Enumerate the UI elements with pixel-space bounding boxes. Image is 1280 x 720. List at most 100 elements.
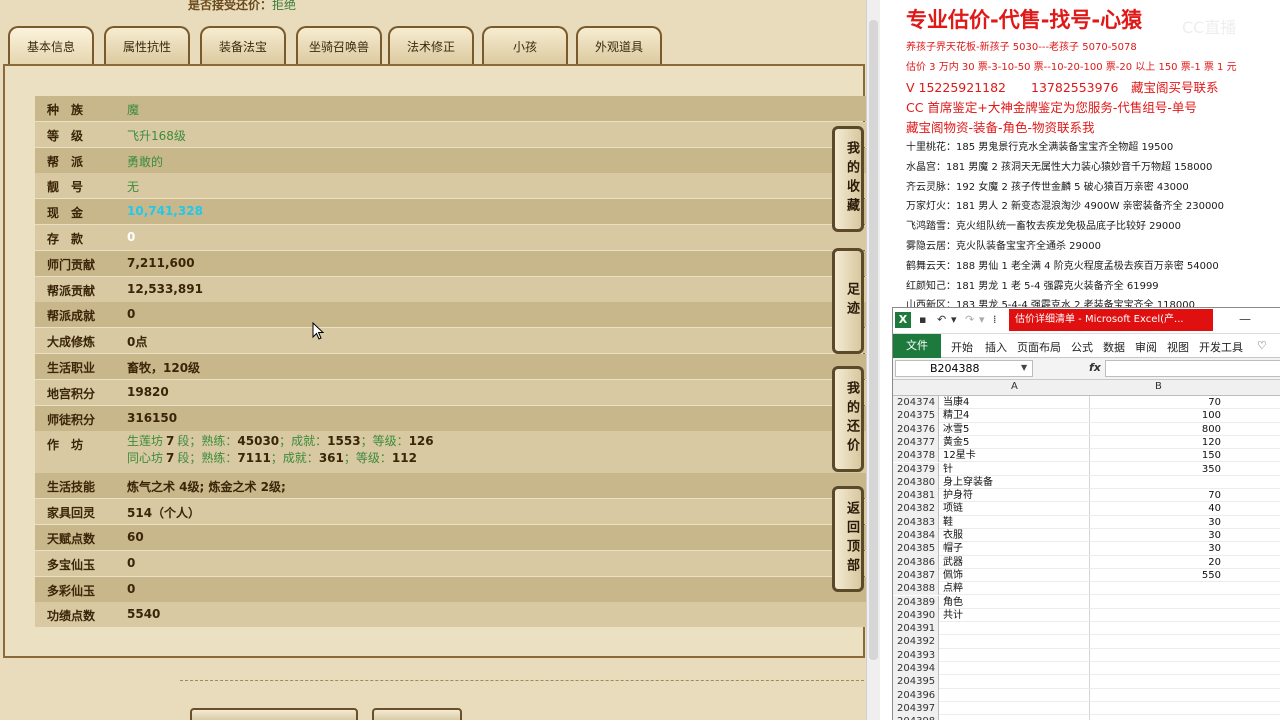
row-number[interactable]: 204392 — [893, 635, 939, 649]
my-favorites-button[interactable]: 我的收藏 — [832, 126, 864, 232]
row-number[interactable]: 204377 — [893, 435, 939, 450]
cell-a[interactable]: 项链 — [943, 502, 963, 515]
row-number[interactable]: 204380 — [893, 475, 939, 490]
row-number[interactable]: 204376 — [893, 422, 939, 436]
customize-toolbar-icon[interactable]: ⁞ — [993, 313, 997, 326]
cell-b[interactable]: 20 — [1089, 556, 1221, 569]
tab-view[interactable]: 视图 — [1167, 339, 1189, 355]
fx-icon[interactable]: fx — [1089, 361, 1101, 374]
cell-b[interactable]: 30 — [1089, 542, 1221, 555]
back-to-top-button[interactable]: 返回顶部 — [832, 486, 864, 592]
row-number[interactable]: 204385 — [893, 542, 939, 556]
row-number[interactable]: 204394 — [893, 662, 939, 676]
minimize-icon[interactable]: — — [1239, 312, 1251, 326]
cell-a[interactable]: 鞋 — [943, 516, 953, 529]
workshop-seg: 段；熟练： — [177, 434, 238, 449]
bottom-button[interactable] — [372, 708, 462, 720]
tab-formulas[interactable]: 公式 — [1071, 339, 1093, 355]
row-number[interactable]: 204389 — [893, 595, 939, 609]
my-bargains-button[interactable]: 我的还价 — [832, 366, 864, 472]
cell-b[interactable]: 350 — [1089, 463, 1221, 476]
column-header-a[interactable]: A — [1011, 381, 1018, 392]
cell-b[interactable]: 40 — [1089, 502, 1221, 515]
row-value: 10,741,328 — [127, 204, 203, 219]
table-row: 生活职业 畜牧，120级 — [35, 354, 868, 379]
tab-data[interactable]: 数据 — [1103, 339, 1125, 355]
row-number[interactable]: 204396 — [893, 688, 939, 702]
page-scrollbar[interactable] — [866, 0, 880, 720]
cell-a[interactable]: 武器 — [943, 556, 963, 569]
row-number[interactable]: 204397 — [893, 701, 939, 716]
cell-a[interactable]: 身上穿装备 — [943, 476, 993, 489]
cell-a[interactable]: 精卫4 — [943, 409, 969, 422]
sheet-row: 204395 — [893, 675, 1280, 689]
cell-a[interactable]: 帽子 — [943, 542, 963, 555]
row-number[interactable]: 204391 — [893, 622, 939, 636]
cell-a[interactable]: 衣服 — [943, 529, 963, 542]
row-number[interactable]: 204379 — [893, 462, 939, 476]
cell-a[interactable]: 佩饰 — [943, 569, 963, 582]
save-icon[interactable]: ▪ — [919, 313, 926, 326]
heart-icon[interactable]: ♡ — [1257, 339, 1267, 352]
cell-b[interactable]: 70 — [1089, 396, 1221, 409]
row-label: 天赋点数 — [47, 532, 96, 546]
footprint-button[interactable]: 足迹 — [832, 248, 864, 354]
cell-b[interactable]: 550 — [1089, 569, 1221, 582]
name-box-dropdown-icon[interactable]: ▼ — [1021, 363, 1027, 372]
row-number[interactable]: 204398 — [893, 715, 939, 720]
row-number[interactable]: 204390 — [893, 608, 939, 623]
redo-icon[interactable]: ↷ — [965, 313, 974, 326]
tab-mounts-pets[interactable]: 坐骑召唤兽 — [296, 26, 382, 64]
cell-a[interactable]: 点粹 — [943, 582, 963, 595]
cell-a[interactable]: 黄金5 — [943, 436, 969, 449]
row-number[interactable]: 204384 — [893, 529, 939, 543]
cell-b[interactable]: 100 — [1089, 409, 1221, 422]
tab-basic-info[interactable]: 基本信息 — [8, 26, 94, 64]
row-number[interactable]: 204383 — [893, 515, 939, 529]
row-number[interactable]: 204374 — [893, 396, 939, 410]
tab-children[interactable]: 小孩 — [482, 26, 568, 64]
row-number[interactable]: 204375 — [893, 409, 939, 423]
cell-b[interactable]: 30 — [1089, 529, 1221, 542]
cell-b[interactable]: 70 — [1089, 489, 1221, 502]
redo-dropdown-icon[interactable]: ▾ — [979, 313, 985, 326]
undo-dropdown-icon[interactable]: ▾ — [951, 313, 957, 326]
tab-home[interactable]: 开始 — [951, 339, 973, 355]
screen: 是否接受还价：拒绝 基本信息 属性抗性 装备法宝 坐骑召唤兽 法术修正 小孩 外… — [0, 0, 1280, 720]
row-number[interactable]: 204395 — [893, 675, 939, 689]
cell-b[interactable]: 800 — [1089, 423, 1221, 436]
cell-b[interactable]: 30 — [1089, 516, 1221, 529]
workshop-ach: 361 — [318, 451, 344, 466]
tab-developer[interactable]: 开发工具 — [1199, 339, 1243, 355]
cell-a[interactable]: 针 — [943, 463, 953, 476]
row-number[interactable]: 204386 — [893, 555, 939, 569]
cell-a[interactable]: 共计 — [943, 609, 963, 622]
cell-b[interactable]: 150 — [1089, 449, 1221, 462]
undo-icon[interactable]: ↶ — [937, 313, 946, 326]
tab-file[interactable]: 文件 — [893, 334, 941, 358]
name-box[interactable]: B204388 — [895, 360, 1033, 377]
tab-spell-mods[interactable]: 法术修正 — [388, 26, 474, 64]
tab-appearance[interactable]: 外观道具 — [576, 26, 662, 64]
bottom-button[interactable] — [190, 708, 358, 720]
row-number[interactable]: 204378 — [893, 449, 939, 463]
scrollbar-thumb[interactable] — [869, 20, 878, 660]
cell-b[interactable]: 120 — [1089, 436, 1221, 449]
cell-a[interactable]: 护身符 — [943, 489, 973, 502]
cell-a[interactable]: 冰雪5 — [943, 423, 969, 436]
column-header-b[interactable]: B — [1155, 381, 1162, 392]
row-number[interactable]: 204387 — [893, 568, 939, 583]
row-number[interactable]: 204388 — [893, 582, 939, 596]
formula-input[interactable] — [1105, 360, 1280, 377]
row-number[interactable]: 204382 — [893, 502, 939, 516]
cell-a[interactable]: 当康4 — [943, 396, 969, 409]
tab-insert[interactable]: 插入 — [985, 339, 1007, 355]
row-number[interactable]: 204393 — [893, 648, 939, 662]
cell-a[interactable]: 角色 — [943, 596, 963, 609]
row-number[interactable]: 204381 — [893, 489, 939, 503]
cell-a[interactable]: 12星卡 — [943, 449, 976, 462]
tab-page-layout[interactable]: 页面布局 — [1017, 339, 1061, 355]
tab-review[interactable]: 审阅 — [1135, 339, 1157, 355]
tab-attributes[interactable]: 属性抗性 — [104, 26, 190, 64]
tab-equipment[interactable]: 装备法宝 — [200, 26, 286, 64]
